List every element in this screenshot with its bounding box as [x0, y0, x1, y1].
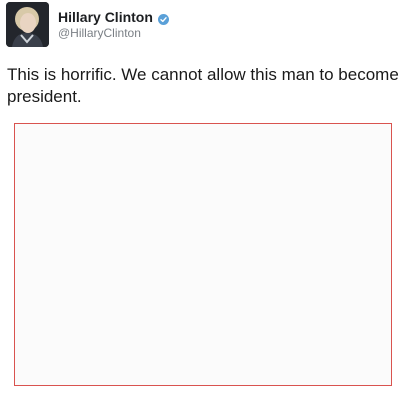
profile-photo-icon: [6, 2, 49, 47]
author-name-row: Hillary Clinton: [58, 8, 169, 26]
tweet-text: This is horrific. We cannot allow this m…: [7, 65, 399, 106]
tweet-media-frame[interactable]: [14, 123, 392, 386]
tweet-card: Hillary Clinton @HillaryClinton This is …: [0, 0, 410, 400]
profile-avatar[interactable]: [6, 2, 49, 47]
author-display-name[interactable]: Hillary Clinton: [58, 9, 153, 25]
verified-badge-icon: [157, 12, 169, 25]
author-handle[interactable]: @HillaryClinton: [58, 26, 141, 40]
